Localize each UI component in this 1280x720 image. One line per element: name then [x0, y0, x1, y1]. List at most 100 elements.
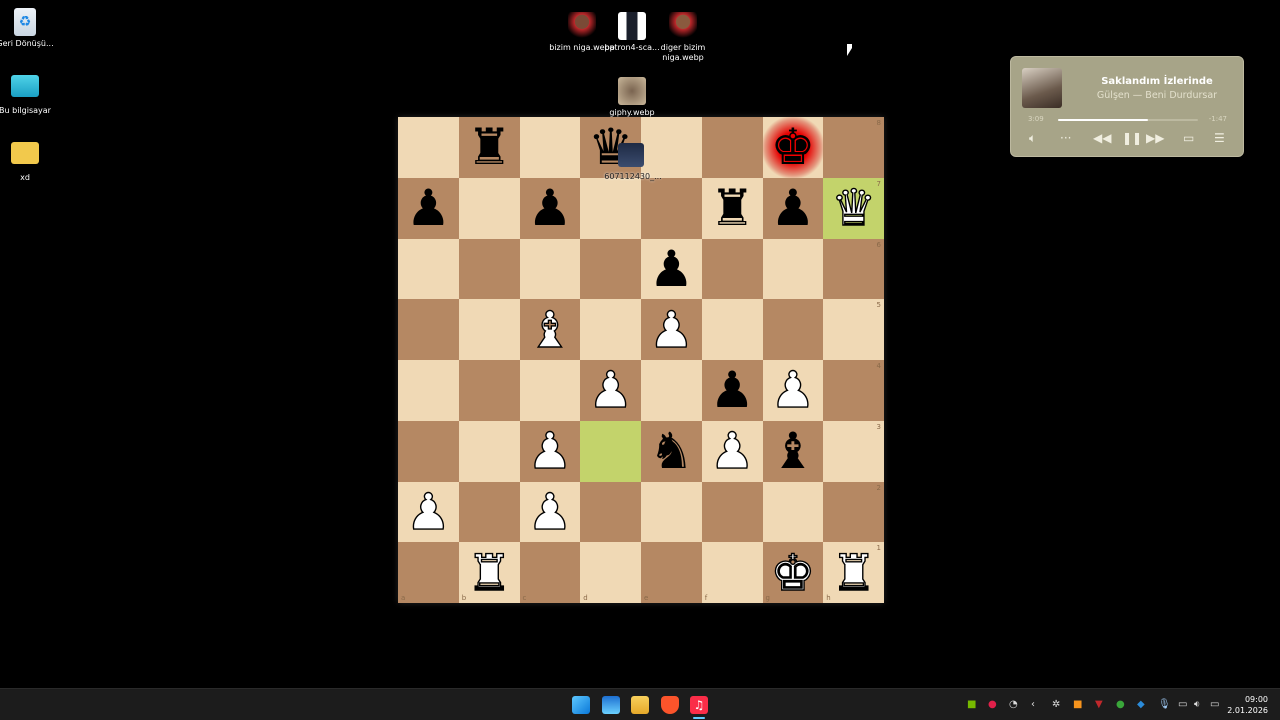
microphone-icon[interactable]: 🎙︎: [1158, 699, 1171, 710]
black-pawn-icon[interactable]: ♟: [406, 183, 451, 233]
desktop-icon-this-pc[interactable]: Bu bilgisayar: [0, 75, 62, 116]
steelseries-icon[interactable]: ✲: [1052, 699, 1060, 710]
square-b6[interactable]: [458, 238, 520, 300]
square-a6[interactable]: [398, 238, 459, 300]
widgets-icon[interactable]: [602, 696, 620, 714]
clock[interactable]: 09:00 2.01.2026: [1227, 694, 1268, 716]
square-c7[interactable]: ♟: [519, 177, 581, 239]
white-bishop-icon[interactable]: ♝: [527, 304, 573, 355]
battery-icon[interactable]: ▭: [1210, 699, 1219, 710]
defender-icon[interactable]: ◆: [1137, 699, 1145, 710]
square-e3[interactable]: ♞: [641, 420, 702, 482]
square-a4[interactable]: [398, 360, 459, 421]
desktop-icon-recycle-bin[interactable]: ♻ Geri Dönüşü...: [0, 8, 62, 49]
white-pawn-icon[interactable]: ♟: [527, 486, 573, 537]
square-c1[interactable]: c: [519, 542, 581, 603]
desktop-icon-giphy[interactable]: giphy.webp: [595, 77, 669, 118]
square-d7[interactable]: [580, 177, 641, 239]
tray-app-icon[interactable]: ◔: [1009, 699, 1018, 710]
brave-icon[interactable]: [661, 696, 679, 714]
square-c4[interactable]: [519, 360, 581, 421]
avast-icon[interactable]: ■: [1073, 699, 1082, 710]
square-d4[interactable]: ♟: [580, 360, 641, 421]
desktop-icon-diger-bizim-niga[interactable]: diger bizim niga.webp: [646, 12, 720, 63]
square-b3[interactable]: [458, 420, 520, 482]
square-h7[interactable]: ♛ 7: [823, 177, 884, 239]
pause-icon[interactable]: ❚❚: [1122, 131, 1142, 145]
white-pawn-icon[interactable]: ♟: [527, 425, 573, 476]
square-e2[interactable]: [641, 481, 702, 543]
square-b2[interactable]: [458, 481, 520, 543]
square-g2[interactable]: [762, 481, 824, 543]
square-g4[interactable]: ♟: [762, 360, 824, 421]
square-h6[interactable]: 6: [823, 238, 884, 300]
square-c2[interactable]: ♟: [519, 481, 581, 543]
square-e7[interactable]: [641, 177, 702, 239]
file-explorer-icon[interactable]: [631, 696, 649, 714]
black-rook-icon[interactable]: ♜: [710, 183, 755, 233]
chevron-icon[interactable]: ‹: [1031, 699, 1035, 710]
white-pawn-icon[interactable]: ♟: [770, 365, 816, 416]
square-g7[interactable]: ♟: [762, 177, 824, 239]
start-icon[interactable]: [572, 696, 590, 714]
square-b8[interactable]: ♜: [458, 117, 520, 178]
square-b4[interactable]: [458, 360, 520, 421]
square-b1[interactable]: ♜ b: [458, 542, 520, 603]
square-f6[interactable]: [701, 238, 763, 300]
square-d3[interactable]: [580, 420, 641, 482]
square-f3[interactable]: ♟: [701, 420, 763, 482]
square-e6[interactable]: ♟: [641, 238, 702, 300]
tray-red-icon[interactable]: ▼: [1095, 699, 1103, 710]
square-a8[interactable]: [398, 117, 459, 178]
black-king-icon[interactable]: ♚: [770, 122, 815, 172]
lyrics-icon[interactable]: ▭: [1183, 131, 1194, 145]
white-pawn-icon[interactable]: ♟: [588, 365, 634, 416]
progress-bar[interactable]: [1058, 119, 1198, 121]
square-h2[interactable]: 2: [823, 481, 884, 543]
rewind-icon[interactable]: ◀◀: [1093, 131, 1111, 145]
square-e1[interactable]: e: [641, 542, 702, 603]
white-pawn-icon[interactable]: ♟: [405, 486, 451, 537]
square-a1[interactable]: a: [398, 542, 459, 603]
square-c3[interactable]: ♟: [519, 420, 581, 482]
square-a3[interactable]: [398, 420, 459, 482]
square-g5[interactable]: [762, 299, 824, 360]
white-pawn-icon[interactable]: ♟: [648, 304, 694, 355]
square-f8[interactable]: [701, 117, 763, 178]
square-g8[interactable]: ♚: [762, 117, 824, 178]
square-c5[interactable]: ♝: [519, 299, 581, 360]
network-icon[interactable]: ▭: [1178, 699, 1187, 710]
black-pawn-icon[interactable]: ♟: [649, 244, 694, 294]
square-b5[interactable]: [458, 299, 520, 360]
square-f4[interactable]: ♟: [701, 360, 763, 421]
square-h1[interactable]: ♜ 1 h: [823, 542, 884, 603]
white-king-icon[interactable]: ♚: [770, 547, 816, 598]
square-f1[interactable]: f: [701, 542, 763, 603]
xbox-icon[interactable]: ●: [1116, 699, 1125, 710]
tray-app-red-icon[interactable]: ●: [988, 699, 997, 710]
nvidia-icon[interactable]: ■: [967, 699, 976, 710]
desktop-icon-607112430[interactable]: 607112430_...: [596, 143, 670, 182]
square-e5[interactable]: ♟: [641, 299, 702, 360]
square-c8[interactable]: [519, 117, 581, 178]
square-a5[interactable]: [398, 299, 459, 360]
black-rook-icon[interactable]: ♜: [467, 122, 512, 172]
black-knight-icon[interactable]: ♞: [649, 426, 694, 476]
square-d2[interactable]: [580, 481, 641, 543]
square-d5[interactable]: [580, 299, 641, 360]
black-bishop-icon[interactable]: ♝: [770, 426, 815, 476]
white-rook-icon[interactable]: ♜: [831, 547, 877, 598]
square-d6[interactable]: [580, 238, 641, 300]
volume-icon[interactable]: 🔈︎: [1029, 131, 1036, 146]
white-rook-icon[interactable]: ♜: [466, 547, 512, 598]
fast-forward-icon[interactable]: ▶▶: [1146, 131, 1164, 145]
square-h8[interactable]: 8: [823, 117, 884, 178]
square-g6[interactable]: [762, 238, 824, 300]
square-f2[interactable]: [701, 481, 763, 543]
chess-board[interactable]: ♜ ♛ ♚ 8 ♟ ♟ ♜ ♟ ♛ 7 ♟ 6 ♝ ♟ 5 ♟ ♟ ♟ 4 ♟ ♞ ♟ ♝ 3 ♟ ♟ 2 a ♜ b c d e f ♚ g ♜ 1 h: [398, 117, 884, 603]
queue-icon[interactable]: ☰: [1214, 131, 1225, 145]
apple-music-icon[interactable]: ♫: [690, 696, 708, 714]
square-a7[interactable]: ♟: [398, 177, 459, 239]
black-pawn-icon[interactable]: ♟: [770, 183, 815, 233]
white-pawn-icon[interactable]: ♟: [709, 425, 755, 476]
